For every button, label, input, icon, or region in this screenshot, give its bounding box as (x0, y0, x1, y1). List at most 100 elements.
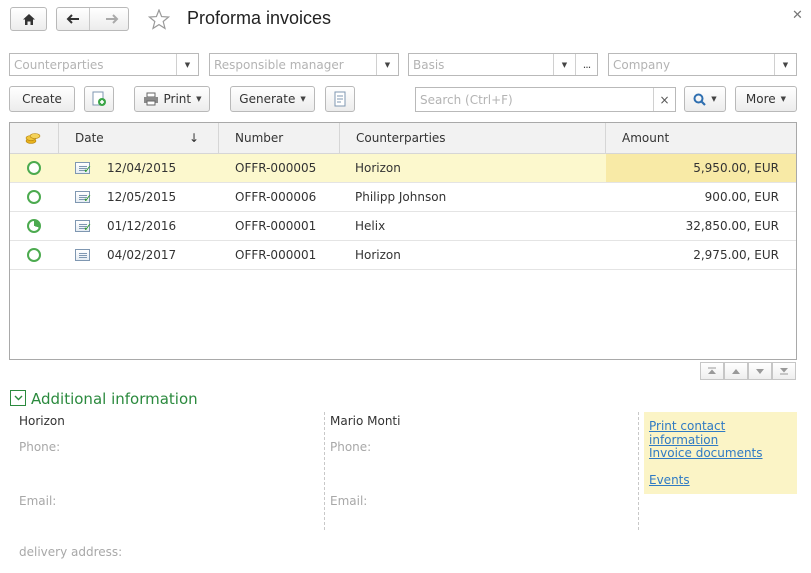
number-column-label: Number (235, 131, 284, 145)
last-row-icon (780, 368, 788, 375)
print-label: Print (163, 92, 192, 106)
row-number: OFFR-000005 (235, 161, 317, 175)
move-to-top-button[interactable] (700, 362, 724, 380)
print-button[interactable]: Print ▼ (134, 86, 210, 112)
contact-phone-label: Phone: (330, 440, 372, 454)
search-input[interactable]: Search (Ctrl+F) × (415, 87, 676, 112)
basis-placeholder: Basis (413, 57, 445, 72)
chevron-down-icon (14, 395, 22, 401)
row-date: 12/05/2015 (107, 190, 177, 204)
chevron-down-icon[interactable]: ▼ (774, 54, 796, 75)
amount-column-header[interactable]: Amount (606, 123, 796, 154)
row-date: 01/12/2016 (107, 219, 177, 233)
table-row[interactable]: ✓ 12/04/2015 OFFR-000005 Horizon 5,950.0… (10, 154, 796, 183)
status-open-icon (27, 248, 41, 262)
chevron-down-icon: ▼ (300, 95, 306, 103)
page-title: Proforma invoices (187, 8, 332, 28)
basis-select-button[interactable]: ... (575, 54, 597, 75)
contact-email-label: Email: (330, 494, 368, 508)
chevron-down-icon[interactable]: ▼ (176, 54, 198, 75)
amount-column-label: Amount (622, 131, 670, 145)
additional-info-title: Additional information (31, 390, 198, 408)
copy-document-icon (92, 91, 106, 106)
number-column-header[interactable]: Number (219, 123, 340, 154)
row-date: 12/04/2015 (107, 161, 177, 175)
create-label: Create (22, 92, 62, 106)
forward-arrow-icon (105, 14, 118, 24)
status-partial-icon (27, 219, 41, 233)
more-label: More (745, 92, 776, 106)
report-document-icon (334, 91, 346, 107)
divider (638, 412, 639, 530)
posted-document-icon: ✓ (75, 220, 92, 233)
report-button[interactable] (325, 86, 355, 112)
posted-document-icon: ✓ (75, 191, 92, 204)
table-row[interactable]: 04/02/2017 OFFR-000001 Horizon 2,975.00,… (10, 241, 796, 270)
more-button[interactable]: More ▼ (735, 86, 797, 112)
counterparty-email-label: Email: (19, 494, 57, 508)
move-to-bottom-button[interactable] (772, 362, 796, 380)
responsible-manager-placeholder: Responsible manager (214, 57, 344, 72)
search-placeholder: Search (Ctrl+F) (420, 92, 513, 107)
date-column-header[interactable]: Date ↓ (59, 123, 219, 154)
move-down-button[interactable] (748, 362, 772, 380)
counterparty-name: Horizon (19, 414, 65, 428)
row-counterparty: Horizon (355, 248, 401, 262)
invoices-table[interactable]: Date ↓ Number Counterparties Amount ✓ 12… (9, 122, 797, 360)
counterparty-phone-label: Phone: (19, 440, 61, 454)
links-panel: Print contact information Invoice docume… (644, 412, 797, 494)
favorite-star-icon[interactable] (148, 9, 170, 30)
clear-search-button[interactable]: × (653, 88, 675, 111)
search-options-button[interactable]: ▼ (684, 86, 726, 112)
row-date: 04/02/2017 (107, 248, 177, 262)
up-arrow-icon (732, 368, 740, 374)
counterparties-column-label: Counterparties (356, 131, 446, 145)
row-amount: 32,850.00, EUR (685, 219, 779, 233)
row-number: OFFR-000001 (235, 248, 317, 262)
additional-info-toggle[interactable] (10, 390, 26, 406)
generate-label: Generate (239, 92, 296, 106)
print-contact-information-link[interactable]: Print contact information (649, 419, 797, 447)
counterparties-placeholder: Counterparties (14, 57, 104, 72)
row-number: OFFR-000001 (235, 219, 317, 233)
close-icon[interactable]: ✕ (792, 8, 803, 23)
posted-document-icon: ✓ (75, 162, 92, 175)
table-row[interactable]: ✓ 12/05/2015 OFFR-000006 Philipp Johnson… (10, 183, 796, 212)
home-button[interactable] (10, 7, 47, 31)
table-row[interactable]: ✓ 01/12/2016 OFFR-000001 Helix 32,850.00… (10, 212, 796, 241)
date-column-label: Date (75, 131, 104, 145)
company-filter[interactable]: Company ▼ (608, 53, 797, 76)
create-button[interactable]: Create (9, 86, 75, 112)
table-header: Date ↓ Number Counterparties Amount (10, 123, 796, 154)
copy-button[interactable] (84, 86, 114, 112)
home-icon (22, 13, 35, 25)
responsible-manager-filter[interactable]: Responsible manager ▼ (209, 53, 399, 76)
status-column-header[interactable] (10, 123, 59, 154)
row-counterparty: Horizon (355, 161, 401, 175)
chevron-down-icon[interactable]: ▼ (376, 54, 398, 75)
draft-document-icon (75, 249, 90, 261)
contact-name: Mario Monti (330, 414, 401, 428)
invoice-documents-link[interactable]: Invoice documents (649, 446, 763, 460)
chevron-down-icon: ▼ (196, 95, 202, 103)
status-open-icon (27, 161, 41, 175)
status-open-icon (27, 190, 41, 204)
forward-button[interactable] (95, 8, 128, 30)
divider (324, 412, 325, 530)
chevron-down-icon: ▼ (780, 95, 787, 103)
back-arrow-icon (66, 14, 80, 24)
delivery-address-label: delivery address: (19, 545, 123, 559)
row-amount: 2,975.00, EUR (693, 248, 779, 262)
generate-button[interactable]: Generate ▼ (230, 86, 315, 112)
events-link[interactable]: Events (649, 473, 690, 487)
counterparties-column-header[interactable]: Counterparties (340, 123, 606, 154)
coins-icon (25, 133, 41, 144)
basis-filter[interactable]: Basis ▼ ... (408, 53, 598, 76)
first-row-icon (708, 367, 716, 374)
move-up-button[interactable] (724, 362, 748, 380)
counterparties-filter[interactable]: Counterparties ▼ (9, 53, 199, 76)
row-amount: 900.00, EUR (704, 190, 779, 204)
chevron-down-icon[interactable]: ▼ (553, 54, 575, 75)
back-button[interactable] (57, 8, 91, 30)
sort-down-icon: ↓ (189, 131, 200, 145)
